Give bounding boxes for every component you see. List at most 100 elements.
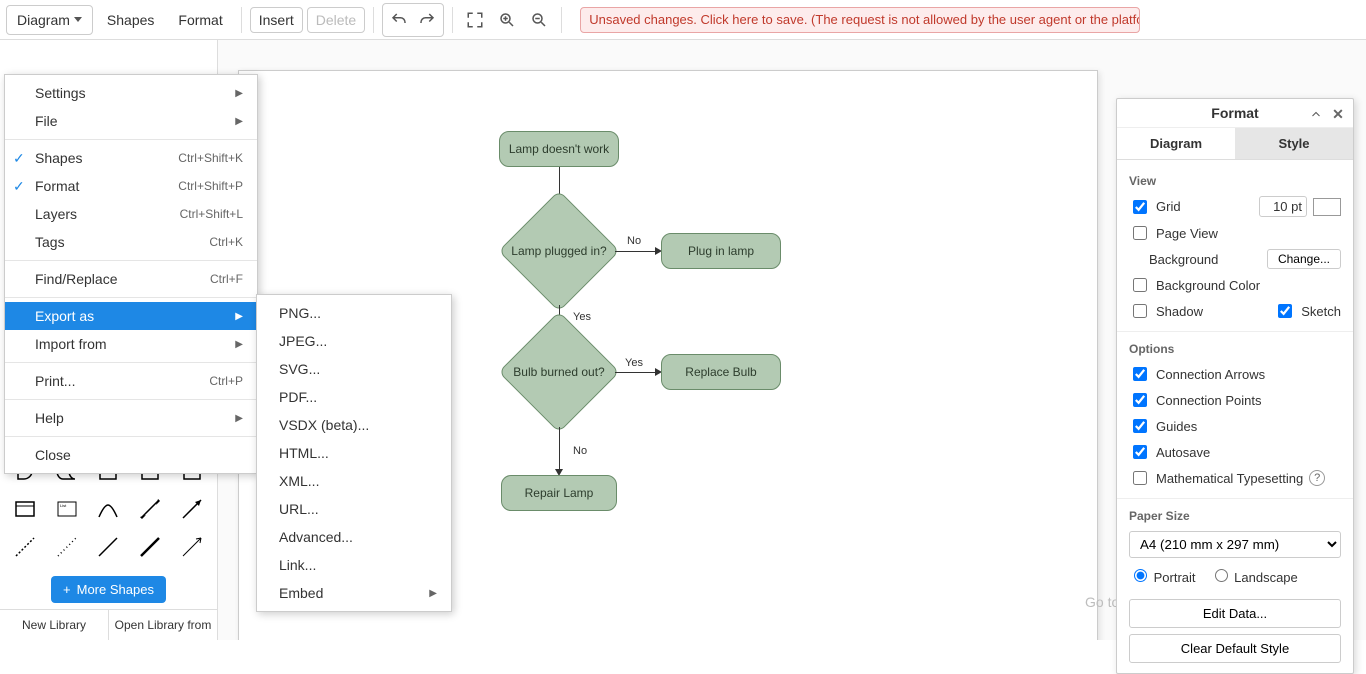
open-library-button[interactable]: Open Library from <box>109 610 217 640</box>
menu-settings[interactable]: Settings▶ <box>5 79 257 107</box>
section-view-title: View <box>1129 174 1341 188</box>
page-view-checkbox[interactable]: Page View <box>1129 223 1218 243</box>
background-change-button[interactable]: Change... <box>1267 249 1341 269</box>
unsaved-banner[interactable]: Unsaved changes. Click here to save. (Th… <box>580 7 1140 33</box>
shape-curve[interactable] <box>90 492 128 526</box>
menu-diagram-label: Diagram <box>17 12 70 28</box>
menu-help[interactable]: Help▶ <box>5 404 257 432</box>
paper-size-select[interactable]: A4 (210 mm x 297 mm) <box>1129 531 1341 558</box>
node-n5[interactable]: Replace Bulb <box>661 354 781 390</box>
node-n3-label: Plug in lamp <box>688 244 754 258</box>
shadow-checkbox[interactable]: Shadow <box>1129 301 1203 321</box>
top-toolbar: Diagram Shapes Format Insert Delete Unsa… <box>0 0 1366 40</box>
insert-button[interactable]: Insert <box>250 7 303 33</box>
more-shapes-button[interactable]: + More Shapes <box>51 576 166 603</box>
chevron-right-icon: ▶ <box>235 88 243 99</box>
connection-arrows-checkbox[interactable]: Connection Arrows <box>1129 364 1265 384</box>
redo-button[interactable] <box>413 6 441 34</box>
menu-diagram[interactable]: Diagram <box>6 5 93 35</box>
zoom-in-icon <box>498 11 516 29</box>
undo-icon <box>390 11 408 29</box>
redo-icon <box>418 11 436 29</box>
node-n2-label: Lamp plugged in? <box>511 244 606 258</box>
menu-export-as[interactable]: Export as▶ <box>5 302 257 330</box>
chevron-up-icon <box>1310 108 1322 120</box>
menu-find-replace[interactable]: Find/ReplaceCtrl+F <box>5 265 257 293</box>
shape-line-thick[interactable] <box>131 530 169 564</box>
check-icon: ✓ <box>13 150 25 167</box>
grid-checkbox[interactable]: Grid <box>1129 197 1181 217</box>
undo-button[interactable] <box>385 6 413 34</box>
zoom-in-button[interactable] <box>493 6 521 34</box>
shape-arrow-ne[interactable] <box>173 492 211 526</box>
close-panel-button[interactable]: ✕ <box>1329 105 1347 123</box>
node-n6[interactable]: Repair Lamp <box>501 475 617 511</box>
portrait-radio[interactable]: Portrait <box>1129 566 1196 585</box>
export-link[interactable]: Link... <box>257 551 451 579</box>
export-pdf[interactable]: PDF... <box>257 383 451 411</box>
chevron-right-icon: ▶ <box>429 588 437 599</box>
menu-tags[interactable]: TagsCtrl+K <box>5 228 257 256</box>
shape-bidir-arrow[interactable] <box>131 492 169 526</box>
svg-text:List: List <box>60 503 67 508</box>
connection-points-checkbox[interactable]: Connection Points <box>1129 390 1262 410</box>
tab-diagram[interactable]: Diagram <box>1117 128 1235 159</box>
menu-file[interactable]: File▶ <box>5 107 257 135</box>
format-panel-title: Format <box>1211 105 1258 121</box>
export-html[interactable]: HTML... <box>257 439 451 467</box>
export-embed[interactable]: Embed▶ <box>257 579 451 607</box>
edit-data-button[interactable]: Edit Data... <box>1129 599 1341 628</box>
node-n1[interactable]: Lamp doesn't work <box>499 131 619 167</box>
export-png[interactable]: PNG... <box>257 299 451 327</box>
collapse-panel-button[interactable] <box>1307 105 1325 123</box>
export-submenu: PNG... JPEG... SVG... PDF... VSDX (beta)… <box>256 294 452 612</box>
menu-layers[interactable]: LayersCtrl+Shift+L <box>5 200 257 228</box>
more-shapes-label: More Shapes <box>77 582 154 597</box>
edge-n4-yes: Yes <box>625 357 643 369</box>
shape-line[interactable] <box>90 530 128 564</box>
tab-style[interactable]: Style <box>1235 128 1353 159</box>
export-svg[interactable]: SVG... <box>257 355 451 383</box>
menu-format[interactable]: Format <box>168 6 232 34</box>
fit-button[interactable] <box>461 6 489 34</box>
menu-import-from[interactable]: Import from▶ <box>5 330 257 358</box>
export-vsdx[interactable]: VSDX (beta)... <box>257 411 451 439</box>
node-n3[interactable]: Plug in lamp <box>661 233 781 269</box>
section-paper-title: Paper Size <box>1129 509 1341 523</box>
delete-button[interactable]: Delete <box>307 7 365 33</box>
grid-size-input[interactable]: 10 pt <box>1259 196 1307 217</box>
landscape-radio[interactable]: Landscape <box>1210 566 1298 585</box>
node-n4[interactable]: Bulb burned out? <box>516 329 602 415</box>
node-n6-label: Repair Lamp <box>525 486 594 500</box>
sketch-checkbox[interactable]: Sketch <box>1274 301 1341 321</box>
export-url[interactable]: URL... <box>257 495 451 523</box>
autosave-checkbox[interactable]: Autosave <box>1129 442 1210 462</box>
shape-list[interactable]: List <box>48 492 86 526</box>
menu-shapes-toggle[interactable]: ✓ShapesCtrl+Shift+K <box>5 144 257 172</box>
guides-checkbox[interactable]: Guides <box>1129 416 1197 436</box>
math-checkbox[interactable]: Mathematical Typesetting <box>1129 468 1303 488</box>
shape-arrow-thin[interactable] <box>173 530 211 564</box>
fullscreen-icon <box>466 11 484 29</box>
menu-close[interactable]: Close <box>5 441 257 469</box>
edge-n4-no: No <box>573 445 587 457</box>
menu-print[interactable]: Print...Ctrl+P <box>5 367 257 395</box>
background-color-checkbox[interactable]: Background Color <box>1129 275 1260 295</box>
new-library-button[interactable]: New Library <box>0 610 109 640</box>
menu-shapes[interactable]: Shapes <box>97 6 164 34</box>
node-n5-label: Replace Bulb <box>685 365 756 379</box>
menu-format-toggle[interactable]: ✓FormatCtrl+Shift+P <box>5 172 257 200</box>
export-jpeg[interactable]: JPEG... <box>257 327 451 355</box>
clear-default-style-button[interactable]: Clear Default Style <box>1129 634 1341 663</box>
export-xml[interactable]: XML... <box>257 467 451 495</box>
node-n2[interactable]: Lamp plugged in? <box>516 208 602 294</box>
zoom-out-icon <box>530 11 548 29</box>
shape-window[interactable] <box>6 492 44 526</box>
shape-dashed-line[interactable] <box>6 530 44 564</box>
section-options-title: Options <box>1129 342 1341 356</box>
zoom-out-button[interactable] <box>525 6 553 34</box>
help-icon[interactable]: ? <box>1309 470 1325 486</box>
shape-dotted-line[interactable] <box>48 530 86 564</box>
grid-color-swatch[interactable] <box>1313 198 1341 216</box>
export-advanced[interactable]: Advanced... <box>257 523 451 551</box>
